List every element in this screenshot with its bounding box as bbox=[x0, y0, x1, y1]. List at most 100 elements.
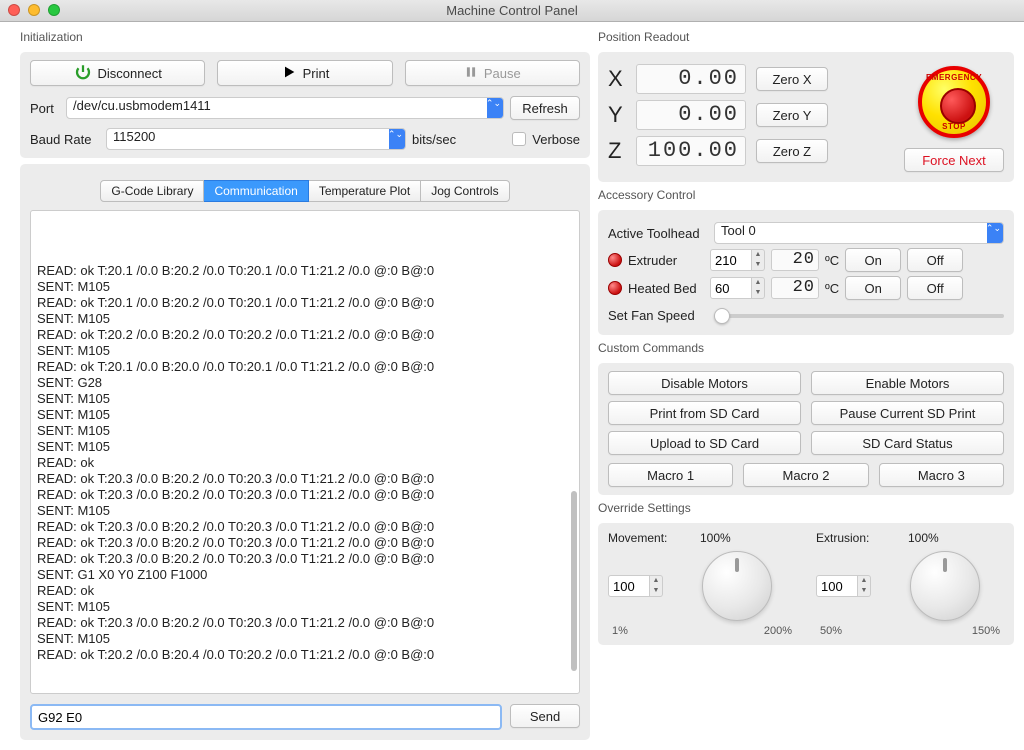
power-icon bbox=[74, 63, 92, 84]
axis-x-label: X bbox=[608, 66, 626, 92]
macro-2-button[interactable]: Macro 2 bbox=[743, 463, 868, 487]
extrusion-input[interactable] bbox=[816, 575, 858, 597]
port-select[interactable]: /dev/cu.usbmodem1411 bbox=[66, 97, 504, 119]
macro-3-button[interactable]: Macro 3 bbox=[879, 463, 1004, 487]
disconnect-button[interactable]: Disconnect bbox=[30, 60, 205, 86]
zoom-window-icon[interactable] bbox=[48, 4, 60, 16]
toolhead-label: Active Toolhead bbox=[608, 226, 708, 241]
log-line: READ: ok bbox=[37, 455, 573, 471]
bed-on-button[interactable]: On bbox=[845, 276, 901, 300]
log-line: READ: ok bbox=[37, 583, 573, 599]
custom-label: Custom Commands bbox=[598, 341, 1014, 355]
log-line: READ: ok T:20.1 /0.0 B:20.2 /0.0 T0:20.1… bbox=[37, 295, 573, 311]
scrollbar-thumb[interactable] bbox=[571, 491, 577, 671]
zero-x-button[interactable]: Zero X bbox=[756, 67, 828, 91]
extruder-indicator-icon bbox=[608, 253, 622, 267]
log-line: SENT: M105 bbox=[37, 279, 573, 295]
tab-temperature-plot[interactable]: Temperature Plot bbox=[309, 180, 421, 202]
log-line: READ: ok T:20.2 /0.0 B:20.2 /0.0 T0:20.2… bbox=[37, 327, 573, 343]
movement-percent: 100% bbox=[700, 531, 731, 545]
tab-communication[interactable]: Communication bbox=[204, 180, 308, 202]
enable-motors-button[interactable]: Enable Motors bbox=[811, 371, 1004, 395]
toolhead-select[interactable]: Tool 0 bbox=[714, 222, 1004, 244]
emergency-stop-button[interactable]: EMERGENCY STOP bbox=[918, 66, 990, 138]
extruder-on-button[interactable]: On bbox=[845, 248, 901, 272]
bed-off-button[interactable]: Off bbox=[907, 276, 963, 300]
pause-icon bbox=[464, 65, 478, 82]
log-line: SENT: M105 bbox=[37, 439, 573, 455]
macro-1-button[interactable]: Macro 1 bbox=[608, 463, 733, 487]
axis-z-label: Z bbox=[608, 138, 626, 164]
verbose-label: Verbose bbox=[532, 132, 580, 147]
estop-text-top: EMERGENCY bbox=[922, 73, 986, 82]
movement-knob[interactable] bbox=[702, 551, 772, 621]
extruder-off-button[interactable]: Off bbox=[907, 248, 963, 272]
fan-label: Set Fan Speed bbox=[608, 308, 708, 323]
log-line: SENT: M105 bbox=[37, 503, 573, 519]
refresh-button[interactable]: Refresh bbox=[510, 96, 580, 120]
send-button[interactable]: Send bbox=[510, 704, 580, 728]
axis-z-readout: 100.00 bbox=[636, 136, 746, 166]
bed-stepper[interactable]: ▲▼ bbox=[752, 277, 765, 299]
extruder-setpoint-input[interactable] bbox=[710, 249, 752, 271]
bed-temp-readout: 20 bbox=[771, 277, 819, 299]
movement-label: Movement: bbox=[608, 531, 680, 545]
position-label: Position Readout bbox=[598, 30, 1014, 44]
pause-sd-button[interactable]: Pause Current SD Print bbox=[811, 401, 1004, 425]
disable-motors-button[interactable]: Disable Motors bbox=[608, 371, 801, 395]
axis-x-readout: 0.00 bbox=[636, 64, 746, 94]
log-line: READ: ok T:20.3 /0.0 B:20.2 /0.0 T0:20.3… bbox=[37, 487, 573, 503]
log-line: SENT: M105 bbox=[37, 343, 573, 359]
bed-label: Heated Bed bbox=[628, 281, 704, 296]
axis-y-label: Y bbox=[608, 102, 626, 128]
log-line: SENT: M105 bbox=[37, 391, 573, 407]
force-next-button[interactable]: Force Next bbox=[904, 148, 1004, 172]
print-from-sd-button[interactable]: Print from SD Card bbox=[608, 401, 801, 425]
verbose-checkbox[interactable] bbox=[512, 132, 526, 146]
tab-gcode-library[interactable]: G-Code Library bbox=[100, 180, 204, 202]
tab-jog-controls[interactable]: Jog Controls bbox=[421, 180, 509, 202]
movement-stepper[interactable]: ▲▼ bbox=[650, 575, 663, 597]
log-line: READ: ok T:20.3 /0.0 B:20.2 /0.0 T0:20.3… bbox=[37, 551, 573, 567]
titlebar: Machine Control Panel bbox=[0, 0, 1024, 22]
play-icon bbox=[281, 64, 297, 83]
log-line: SENT: M105 bbox=[37, 599, 573, 615]
log-line: READ: ok T:20.3 /0.0 B:20.2 /0.0 T0:20.3… bbox=[37, 615, 573, 631]
deg-unit: ºC bbox=[825, 253, 839, 268]
zero-y-button[interactable]: Zero Y bbox=[756, 103, 828, 127]
extruder-temp-readout: 20 bbox=[771, 249, 819, 271]
movement-input[interactable] bbox=[608, 575, 650, 597]
log-line: SENT: M105 bbox=[37, 407, 573, 423]
print-button[interactable]: Print bbox=[217, 60, 392, 86]
log-line: READ: ok T:20.1 /0.0 B:20.0 /0.0 T0:20.1… bbox=[37, 359, 573, 375]
sd-status-button[interactable]: SD Card Status bbox=[811, 431, 1004, 455]
estop-text-bottom: STOP bbox=[922, 122, 986, 131]
command-input[interactable] bbox=[30, 704, 502, 730]
baud-label: Baud Rate bbox=[30, 132, 100, 147]
upload-sd-button[interactable]: Upload to SD Card bbox=[608, 431, 801, 455]
baud-select[interactable]: 115200 bbox=[106, 128, 406, 150]
zero-z-button[interactable]: Zero Z bbox=[756, 139, 828, 163]
extruder-stepper[interactable]: ▲▼ bbox=[752, 249, 765, 271]
fan-speed-slider[interactable] bbox=[714, 314, 1004, 318]
extruder-label: Extruder bbox=[628, 253, 704, 268]
bed-indicator-icon bbox=[608, 281, 622, 295]
log-line: READ: ok T:20.3 /0.0 B:20.2 /0.0 T0:20.3… bbox=[37, 519, 573, 535]
log-line: READ: ok T:20.1 /0.0 B:20.2 /0.0 T0:20.1… bbox=[37, 263, 573, 279]
extrusion-percent: 100% bbox=[908, 531, 939, 545]
port-label: Port bbox=[30, 101, 60, 116]
tab-bar: G-Code Library Communication Temperature… bbox=[30, 180, 580, 202]
extrusion-knob[interactable] bbox=[910, 551, 980, 621]
accessory-label: Accessory Control bbox=[598, 188, 1014, 202]
extrusion-stepper[interactable]: ▲▼ bbox=[858, 575, 871, 597]
minimize-window-icon[interactable] bbox=[28, 4, 40, 16]
override-label: Override Settings bbox=[598, 501, 1014, 515]
deg-unit-2: ºC bbox=[825, 281, 839, 296]
bed-setpoint-input[interactable] bbox=[710, 277, 752, 299]
init-label: Initialization bbox=[20, 30, 590, 44]
pause-button[interactable]: Pause bbox=[405, 60, 580, 86]
close-window-icon[interactable] bbox=[8, 4, 20, 16]
communication-log[interactable]: READ: ok T:20.1 /0.0 B:20.2 /0.0 T0:20.1… bbox=[30, 210, 580, 694]
log-line: SENT: G1 X0 Y0 Z100 F1000 bbox=[37, 567, 573, 583]
slider-thumb[interactable] bbox=[714, 308, 730, 324]
